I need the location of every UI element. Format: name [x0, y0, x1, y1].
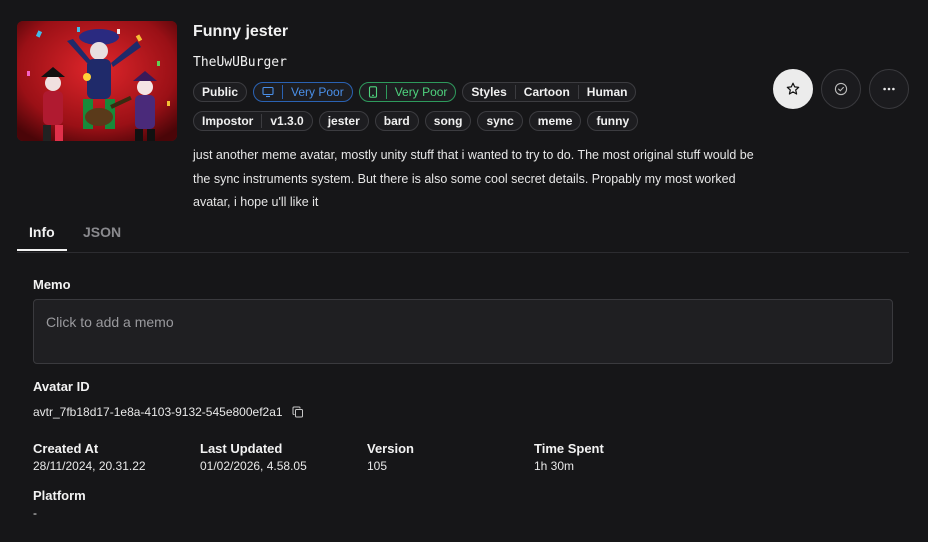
monitor-icon [262, 86, 274, 98]
badge-divider [385, 85, 387, 99]
badge-divider [261, 114, 263, 128]
visibility-label: Public [202, 85, 239, 99]
active-tab-indicator [17, 249, 67, 251]
avatar-id-row: avtr_7fb18d17-1e8a-4103-9132-545e800ef2a… [33, 405, 304, 419]
quest-performance-label: Very Poor [394, 85, 448, 99]
tag-chip[interactable]: jester [318, 111, 369, 131]
avatar-author[interactable]: TheUwUBurger [193, 55, 287, 70]
tab-json[interactable]: JSON [83, 224, 121, 240]
avatar-name: Funny jester [193, 23, 289, 40]
impostor-label: Impostor [202, 114, 254, 128]
version-value: 105 [367, 459, 388, 473]
badge-row-primary: Public Very Poor Very Poor Styles Cartoo… [193, 82, 642, 102]
platform-label: Platform [33, 488, 86, 503]
style-secondary: Human [586, 85, 628, 99]
time-spent-label: Time Spent [534, 441, 604, 456]
favorite-button[interactable] [773, 69, 813, 109]
copy-icon [292, 406, 304, 418]
badge-row-tags: Impostor v1.3.0 jester bard song sync me… [193, 111, 644, 131]
last-updated-label: Last Updated [200, 441, 283, 456]
last-updated-field: Last Updated 01/02/2026, 4.58.05 [200, 441, 307, 473]
memo-input[interactable]: Click to add a memo [33, 299, 893, 364]
tag-chip[interactable]: meme [528, 111, 582, 131]
tag-chip[interactable]: bard [374, 111, 419, 131]
visibility-badge: Public [193, 82, 248, 102]
tag-chip[interactable]: sync [477, 111, 523, 131]
created-at-field: Created At 28/11/2024, 20.31.22 [33, 441, 146, 473]
avatar-description: just another meme avatar, mostly unity s… [193, 148, 754, 209]
styles-badge: Styles Cartoon Human [462, 82, 637, 102]
last-updated-value: 01/02/2026, 4.58.05 [200, 459, 307, 473]
impostor-badge: Impostor v1.3.0 [193, 111, 313, 131]
phone-icon [368, 86, 378, 98]
avatar-thumbnail[interactable] [17, 21, 177, 141]
pc-performance-badge: Very Poor [253, 82, 353, 102]
avatar-id-label: Avatar ID [33, 379, 90, 394]
version-label: Version [367, 441, 414, 456]
quest-performance-badge: Very Poor [358, 82, 457, 102]
star-icon [786, 82, 800, 96]
circle-check-icon [834, 82, 848, 96]
version-field: Version 105 [367, 441, 414, 473]
avatar-id-value: avtr_7fb18d17-1e8a-4103-9132-545e800ef2a… [33, 405, 283, 419]
memo-label: Memo [33, 277, 71, 292]
time-spent-value: 1h 30m [534, 459, 575, 473]
tag-chip[interactable]: funny [587, 111, 639, 131]
avatar-thumbnail-image [17, 21, 177, 141]
mark-button[interactable] [821, 69, 861, 109]
more-horizontal-icon [882, 82, 896, 96]
copy-id-button[interactable] [292, 406, 304, 418]
platform-field: Platform - [33, 488, 86, 520]
styles-label: Styles [471, 85, 507, 99]
time-spent-field: Time Spent 1h 30m [534, 441, 604, 473]
tab-bar: Info JSON [17, 222, 909, 253]
badge-divider [282, 85, 284, 99]
style-primary: Cartoon [523, 85, 570, 99]
pc-performance-label: Very Poor [291, 85, 344, 99]
impostor-version: v1.3.0 [270, 114, 304, 128]
badge-divider [514, 85, 516, 99]
tab-info[interactable]: Info [29, 224, 55, 240]
more-options-button[interactable] [869, 69, 909, 109]
badge-divider [577, 85, 579, 99]
tag-chip[interactable]: song [424, 111, 472, 131]
platform-value: - [33, 506, 37, 520]
created-at-value: 28/11/2024, 20.31.22 [33, 459, 146, 473]
created-at-label: Created At [33, 441, 99, 456]
